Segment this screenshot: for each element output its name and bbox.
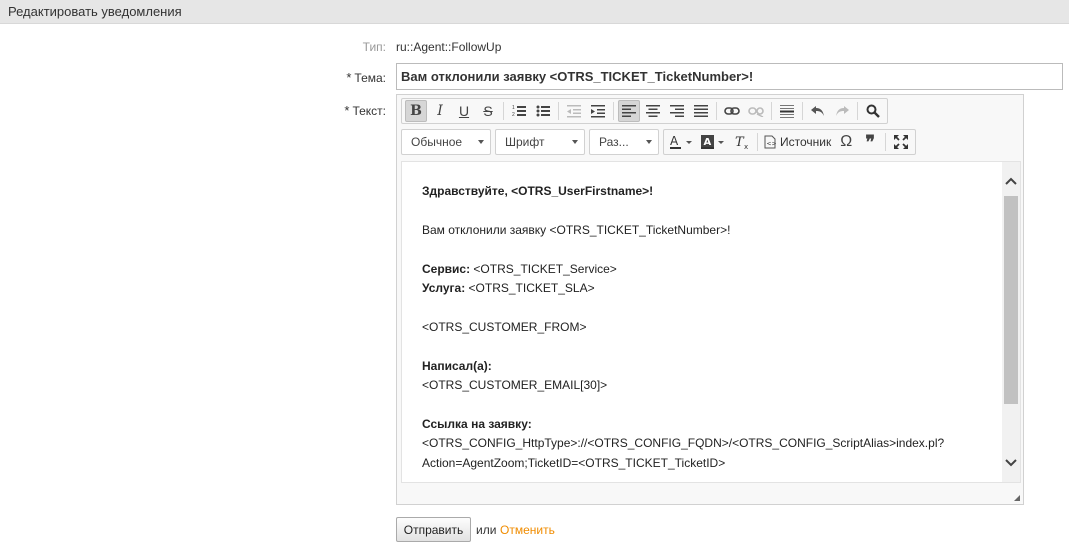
page-title: Редактировать уведомления <box>8 4 182 19</box>
cancel-link[interactable]: Отменить <box>500 523 555 537</box>
bold-icon[interactable]: B <box>405 100 427 122</box>
size-select[interactable]: Раз... <box>589 129 659 155</box>
greeting-line: Здравствуйте, <OTRS_UserFirstname>! <box>422 184 654 198</box>
type-label: Тип: <box>362 40 386 54</box>
redo-icon[interactable] <box>831 100 853 122</box>
font-select-label: Шрифт <box>505 135 545 149</box>
svg-text:A: A <box>704 137 712 148</box>
page-header: Редактировать уведомления <box>0 0 1069 24</box>
toolbar-group-basic: B I U S 12 <box>401 98 888 124</box>
toolbar-separator <box>771 102 772 120</box>
remove-format-icon[interactable]: Tx <box>731 131 753 153</box>
editor-toolbar-row-1: B I U S 12 <box>401 97 892 125</box>
strikethrough-icon[interactable]: S <box>477 100 499 122</box>
horizontal-line-icon[interactable] <box>776 100 798 122</box>
source-icon: <> <box>764 135 776 149</box>
editor-body-text[interactable]: Здравствуйте, <OTRS_UserFirstname>! Вам … <box>422 182 982 473</box>
toolbar-separator <box>857 102 858 120</box>
text-color-icon[interactable]: A <box>667 131 697 153</box>
underline-icon[interactable]: U <box>453 100 475 122</box>
undo-icon[interactable] <box>807 100 829 122</box>
subject-input[interactable] <box>396 63 1063 90</box>
type-value: ru::Agent::FollowUp <box>396 40 502 54</box>
scroll-down-icon[interactable] <box>1002 454 1020 472</box>
scroll-up-icon[interactable] <box>1002 172 1020 190</box>
ticket-link-line-2: Action=AgentZoom;TicketID=<OTRS_TICKET_T… <box>422 455 726 470</box>
link-icon[interactable] <box>721 100 743 122</box>
text-label: * Текст: <box>344 103 386 118</box>
unlink-icon[interactable] <box>745 100 767 122</box>
toolbar-separator <box>885 133 887 151</box>
svg-text:<>: <> <box>767 141 777 148</box>
ticket-link-label: Ссылка на заявку: <box>422 416 532 431</box>
format-select-label: Обычное <box>411 135 463 149</box>
toolbar-separator <box>802 102 803 120</box>
outdent-icon[interactable] <box>563 100 585 122</box>
special-character-icon[interactable]: Ω <box>835 131 857 153</box>
required-mark: * <box>346 70 352 85</box>
or-text: или <box>476 523 497 537</box>
required-mark: * <box>344 103 350 118</box>
toolbar-separator <box>613 102 614 120</box>
bulleted-list-icon[interactable] <box>532 100 554 122</box>
editor-content[interactable]: Здравствуйте, <OTRS_UserFirstname>! Вам … <box>401 161 1021 483</box>
chevron-down-icon <box>646 140 652 144</box>
align-justify-icon[interactable] <box>690 100 712 122</box>
wrote-label: Написал(а): <box>422 358 492 373</box>
svg-text:x: x <box>744 143 748 149</box>
scrollbar-thumb[interactable] <box>1004 196 1018 404</box>
toolbar-separator <box>503 102 504 120</box>
chevron-down-icon <box>572 140 578 144</box>
maximize-icon[interactable] <box>890 131 912 153</box>
background-color-icon[interactable]: A <box>699 131 729 153</box>
resize-handle-icon[interactable] <box>1014 495 1020 501</box>
italic-icon[interactable]: I <box>429 100 451 122</box>
subject-label: * Тема: <box>346 70 386 85</box>
chevron-down-icon <box>478 140 484 144</box>
size-select-label: Раз... <box>599 135 629 149</box>
rich-text-editor: B I U S 12 Обычное Шрифт Раз... A A T x … <box>396 94 1024 505</box>
indent-icon[interactable] <box>587 100 609 122</box>
source-label: Источник <box>780 135 832 149</box>
service-label: Сервис: <box>422 261 471 276</box>
sla-label: Услуга: <box>422 281 466 295</box>
toolbar-separator <box>558 102 559 120</box>
source-button[interactable]: <> Источник <box>761 131 834 153</box>
sla-value: <OTRS_TICKET_SLA> <box>465 281 595 295</box>
numbered-list-icon[interactable]: 12 <box>508 100 530 122</box>
search-icon[interactable] <box>862 100 884 122</box>
ticket-link-line-1: <OTRS_CONFIG_HttpType>://<OTRS_CONFIG_FQ… <box>422 436 945 451</box>
blockquote-icon[interactable]: ❞ <box>859 131 881 153</box>
font-select[interactable]: Шрифт <box>495 129 585 155</box>
customer-email-line: <OTRS_CUSTOMER_EMAIL[30]> <box>422 378 608 392</box>
toolbar-separator <box>757 133 758 151</box>
align-left-icon[interactable] <box>618 100 640 122</box>
format-select[interactable]: Обычное <box>401 129 491 155</box>
rejected-line: Вам отклонили заявку <OTRS_TICKET_Ticket… <box>422 222 731 237</box>
svg-text:1: 1 <box>512 105 515 111</box>
editor-toolbar-row-2: Обычное Шрифт Раз... A A Tx <> Источник <box>401 128 920 156</box>
toolbar-separator <box>716 102 717 120</box>
editor-scrollbar[interactable] <box>1002 162 1020 482</box>
submit-button[interactable]: Отправить <box>396 517 471 542</box>
align-right-icon[interactable] <box>666 100 688 122</box>
toolbar-group-extra: A A Tx <> Источник Ω ❞ <box>663 129 917 155</box>
svg-text:A: A <box>670 135 679 148</box>
service-value: <OTRS_TICKET_Service> <box>470 261 617 276</box>
align-center-icon[interactable] <box>642 100 664 122</box>
customer-from-line: <OTRS_CUSTOMER_FROM> <box>422 319 587 334</box>
svg-text:2: 2 <box>512 112 515 118</box>
